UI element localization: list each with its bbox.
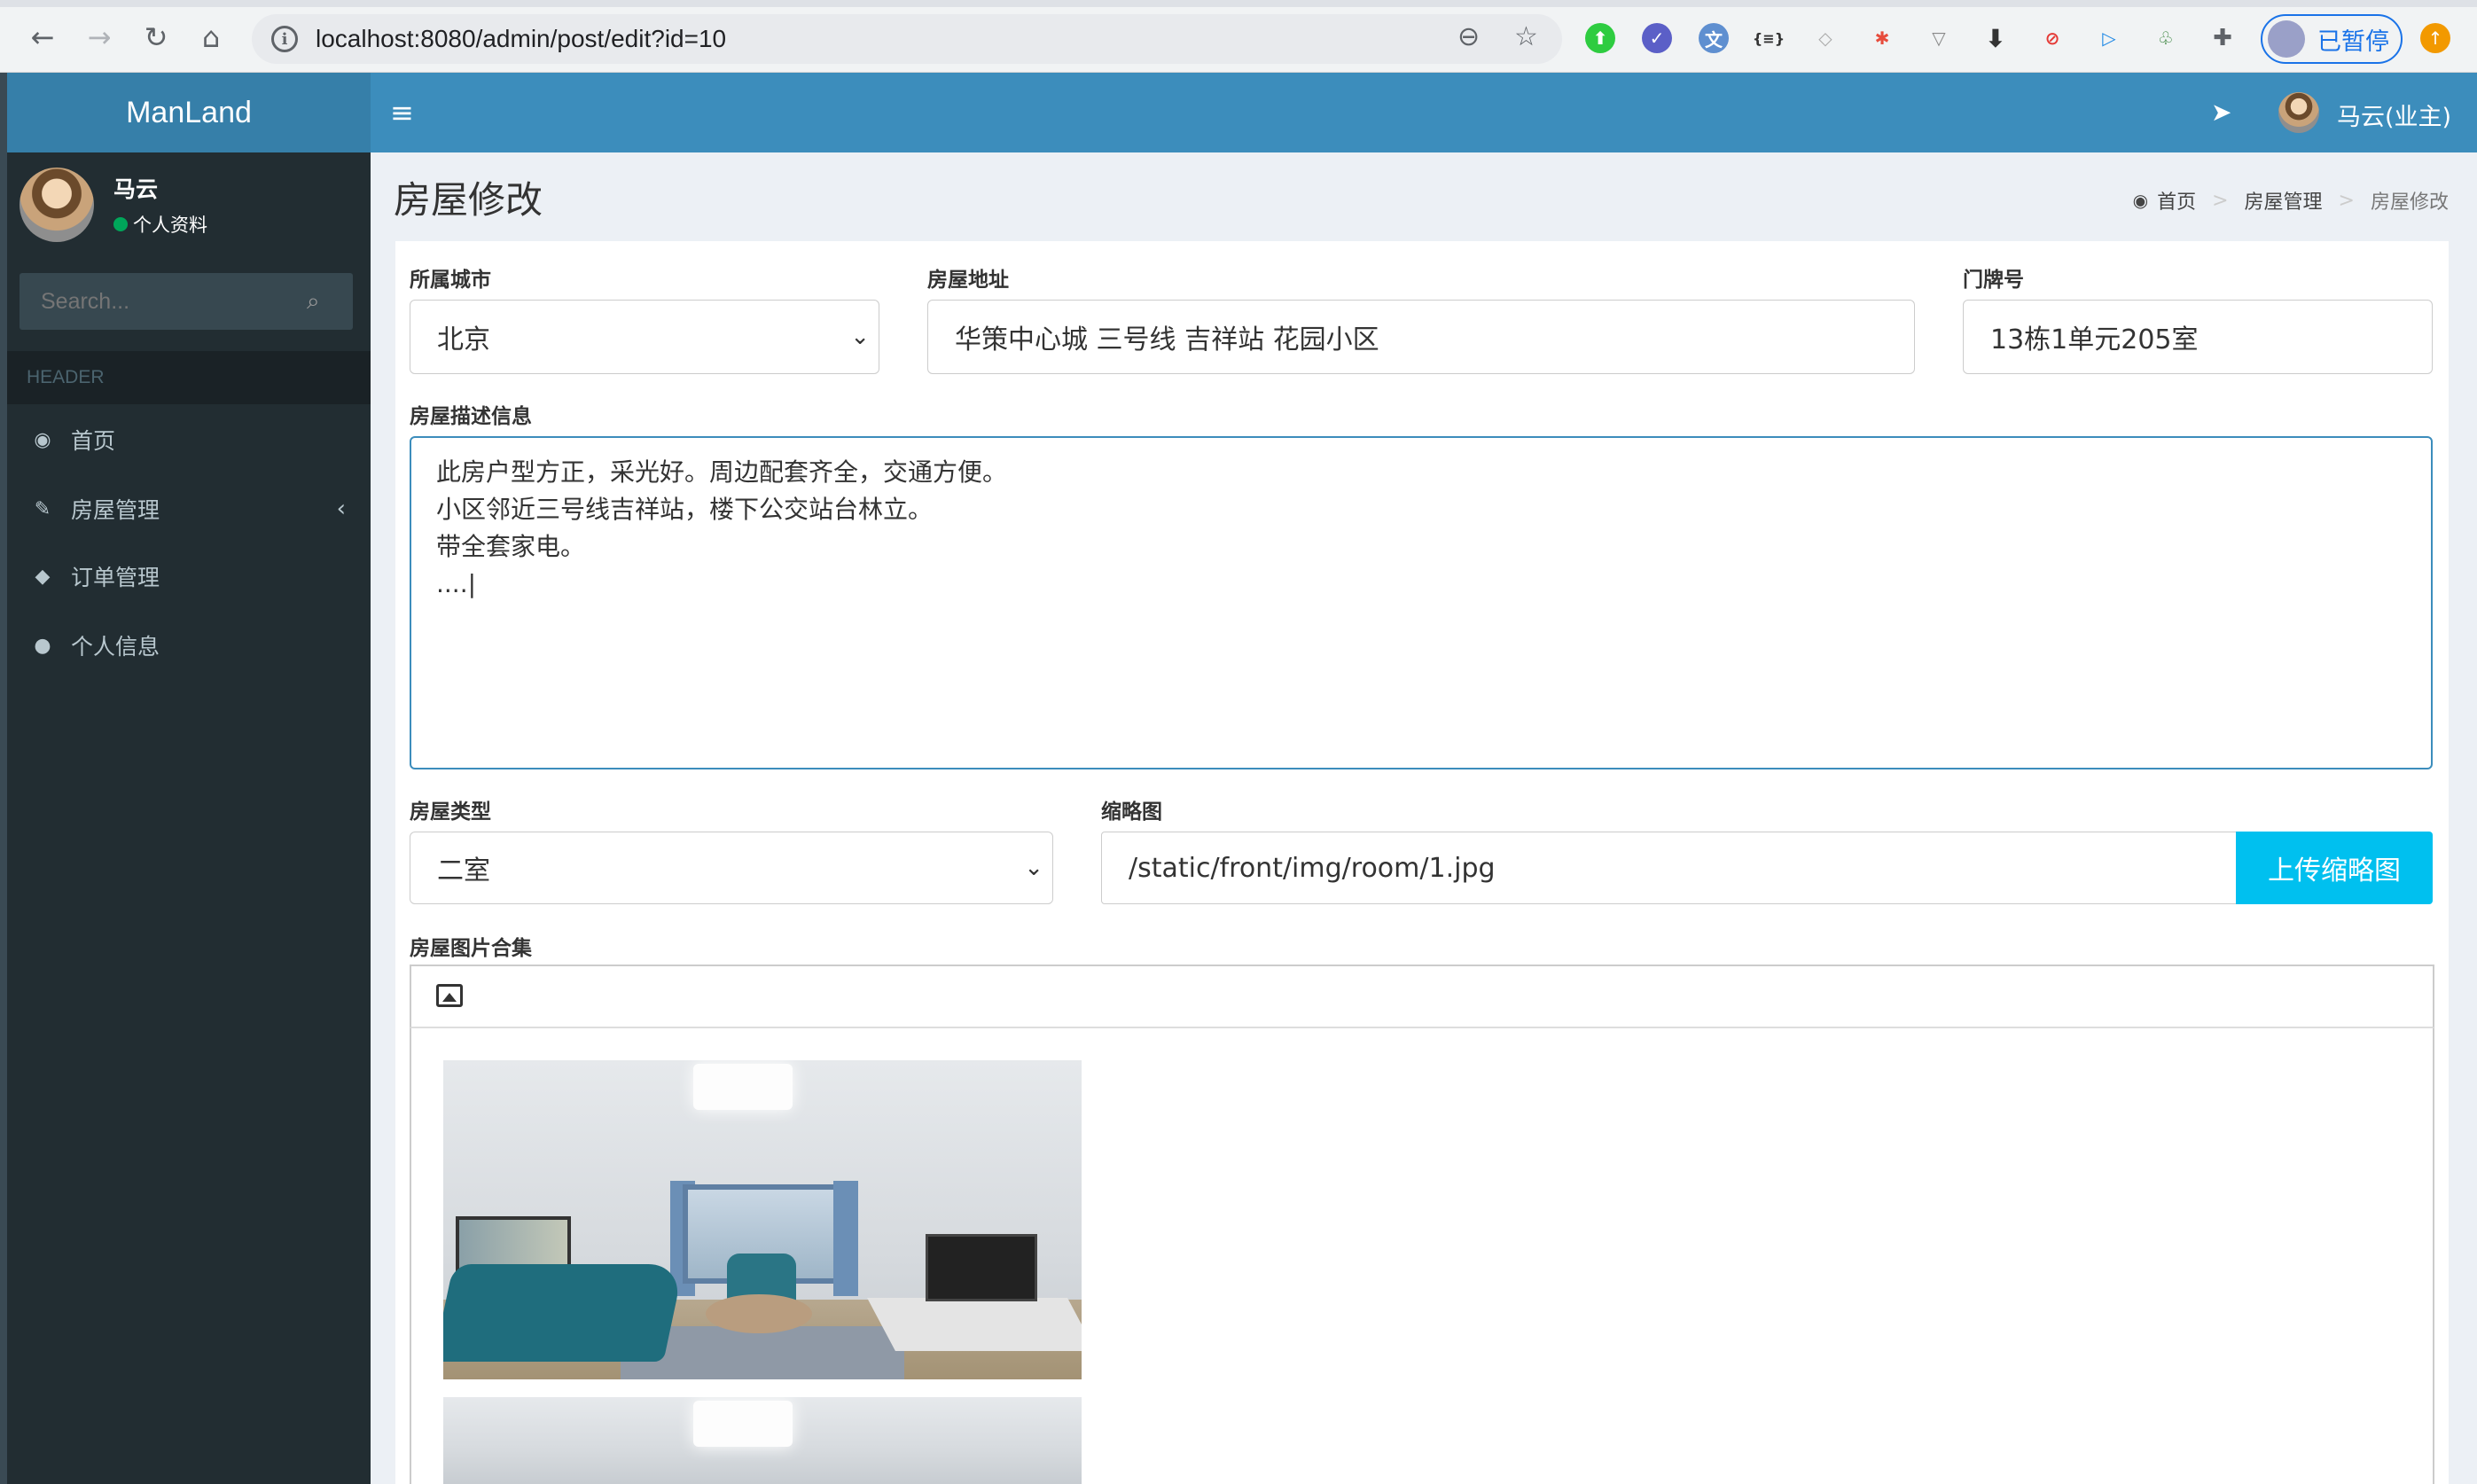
sidebar-item-orders[interactable]: ◆ 订单管理 [7,544,371,608]
dashboard-icon: ◉ [2132,190,2149,211]
address-input-value: 华策中心城 三号线 吉祥站 花园小区 [955,324,1379,355]
zoom-icon[interactable]: ⊖ [1457,21,1480,52]
city-label: 所属城市 [410,269,491,292]
room-photo [443,1397,1082,1484]
sidebar-search: ⌕ [20,273,353,330]
brand-logo[interactable]: ManLand [7,73,371,152]
address-bar[interactable]: i localhost:8080/admin/post/edit?id=10 [252,14,1562,64]
chevron-left-icon[interactable]: ‹ [337,496,346,522]
send-icon[interactable]: ➤ [2211,98,2231,127]
paint-brush-icon: ✎ [34,497,51,520]
sidebar-item-label: 个人信息 [71,634,160,660]
door-number-input[interactable]: 13栋1单元205室 [1963,300,2433,374]
user-name: 马云 [113,176,159,202]
extension-json-icon[interactable]: {≡} [1753,23,1785,53]
user-icon: ● [34,634,51,657]
address-input[interactable]: 华策中心城 三号线 吉祥站 花园小区 [927,300,1915,374]
chevron-down-icon: ⌄ [1024,855,1043,881]
sidebar-toggle-icon[interactable]: ≡ [390,96,414,129]
online-status-icon [113,217,128,231]
house-type-label: 房屋类型 [410,801,491,824]
sidebar-item-home[interactable]: ◉ 首页 [7,408,371,472]
breadcrumb-separator: > [2338,189,2355,212]
user-profile-link[interactable]: 个人资料 [113,211,207,238]
reload-icon[interactable]: ↻ [138,20,174,55]
gallery-editor[interactable] [410,1028,2434,1484]
breadcrumb-home[interactable]: 首页 [2157,186,2196,215]
bookmark-star-icon[interactable]: ☆ [1514,21,1538,52]
navbar-avatar[interactable] [2278,92,2319,133]
page-title: 房屋修改 [394,178,543,222]
forward-arrow-icon[interactable]: → [82,20,117,55]
extension-check-icon[interactable]: ✓ [1642,23,1672,53]
house-type-select-value: 二室 [437,855,490,886]
url-text[interactable]: localhost:8080/admin/post/edit?id=10 [316,25,726,53]
extension-shield-icon[interactable]: ◇ [1810,23,1840,53]
thumbnail-label: 缩略图 [1101,801,1162,824]
address-label: 房屋地址 [927,269,1009,292]
extension-vue-icon[interactable]: ▽ [1924,23,1954,53]
chevron-down-icon: ⌄ [850,324,870,350]
gallery-label: 房屋图片合集 [410,937,532,960]
sidebar-item-label: 订单管理 [71,565,160,590]
extension-download-icon[interactable]: ⬇ [1981,23,2011,53]
extension-translate-icon[interactable]: 文 [1699,23,1729,53]
profile-button[interactable]: 已暂停 [2261,14,2403,64]
room-photo [443,1060,1082,1379]
extension-send-icon[interactable]: ▷ [2094,23,2124,53]
door-number-label: 门牌号 [1963,269,2024,292]
editor-toolbar [410,965,2434,1028]
menu-header-label: HEADER [7,351,371,404]
back-arrow-icon[interactable]: ← [25,20,60,55]
site-info-icon[interactable]: i [271,26,298,52]
avatar [20,168,94,242]
description-line: 带全套家电。 [436,532,586,561]
profile-status-label: 已暂停 [2317,27,2389,56]
search-input[interactable] [41,288,289,315]
sidebar-item-profile[interactable]: ● 个人信息 [7,613,371,677]
city-select[interactable]: 北京 ⌄ [410,300,879,374]
sidebar: 马云 个人资料 ⌕ HEADER ◉ 首页 ✎ 房屋管理 ‹ ◆ 订单管理 ● … [7,152,371,1484]
door-number-input-value: 13栋1单元205室 [1990,324,2199,355]
search-icon[interactable]: ⌕ [307,288,320,316]
sidebar-item-house-management[interactable]: ✎ 房屋管理 ‹ [7,477,371,541]
tab-strip [0,0,2477,7]
extension-network-icon[interactable]: ✱ [1867,23,1897,53]
sidebar-item-label: 首页 [71,428,116,454]
user-panel: 马云 个人资料 [20,165,207,245]
breadcrumb-house-management[interactable]: 房屋管理 [2245,186,2323,215]
extensions-puzzle-icon[interactable]: ✚ [2207,23,2238,53]
window-edge [0,73,7,1484]
description-line: 小区邻近三号线吉祥站，楼下公交站台林立。 [436,495,934,524]
update-icon[interactable]: ↑ [2420,23,2450,53]
upload-thumbnail-button[interactable]: 上传缩略图 [2236,832,2433,904]
profile-avatar [2268,20,2305,58]
image-icon[interactable] [436,984,463,1007]
extension-green-icon[interactable]: ⬆ [1585,23,1615,53]
navbar-user-label[interactable]: 马云(业主) [2337,98,2451,132]
thumbnail-path-value: /static/front/img/room/1.jpg [1129,852,1496,884]
breadcrumb-current: 房屋修改 [2370,191,2449,214]
sidebar-item-label: 房屋管理 [71,497,160,523]
browser-chrome: ← → ↻ ⌂ i localhost:8080/admin/post/edit… [0,0,2477,73]
dashboard-icon: ◉ [34,428,51,451]
breadcrumb: ◉ 首页 > 房屋管理 > 房屋修改 [2133,186,2449,215]
top-navbar: ≡ ➤ 马云(业主) [371,73,2477,152]
description-label: 房屋描述信息 [410,405,532,428]
home-icon[interactable]: ⌂ [193,20,229,55]
breadcrumb-separator: > [2212,189,2229,212]
city-select-value: 北京 [437,324,490,355]
house-type-select[interactable]: 二室 ⌄ [410,832,1053,904]
thumbnail-path-input[interactable]: /static/front/img/room/1.jpg [1101,832,2238,904]
extension-flash-icon[interactable]: ⊘ [2037,23,2067,53]
description-line: 此房户型方正，采光好。周边配套齐全，交通方便。 [436,457,1008,487]
tag-icon: ◆ [35,565,51,588]
user-profile-label: 个人资料 [133,215,207,236]
description-line: ....| [436,569,477,598]
description-textarea[interactable]: 此房户型方正，采光好。周边配套齐全，交通方便。 小区邻近三号线吉祥站，楼下公交站… [410,436,2433,769]
extension-leaf-icon[interactable]: ♧ [2151,23,2181,53]
